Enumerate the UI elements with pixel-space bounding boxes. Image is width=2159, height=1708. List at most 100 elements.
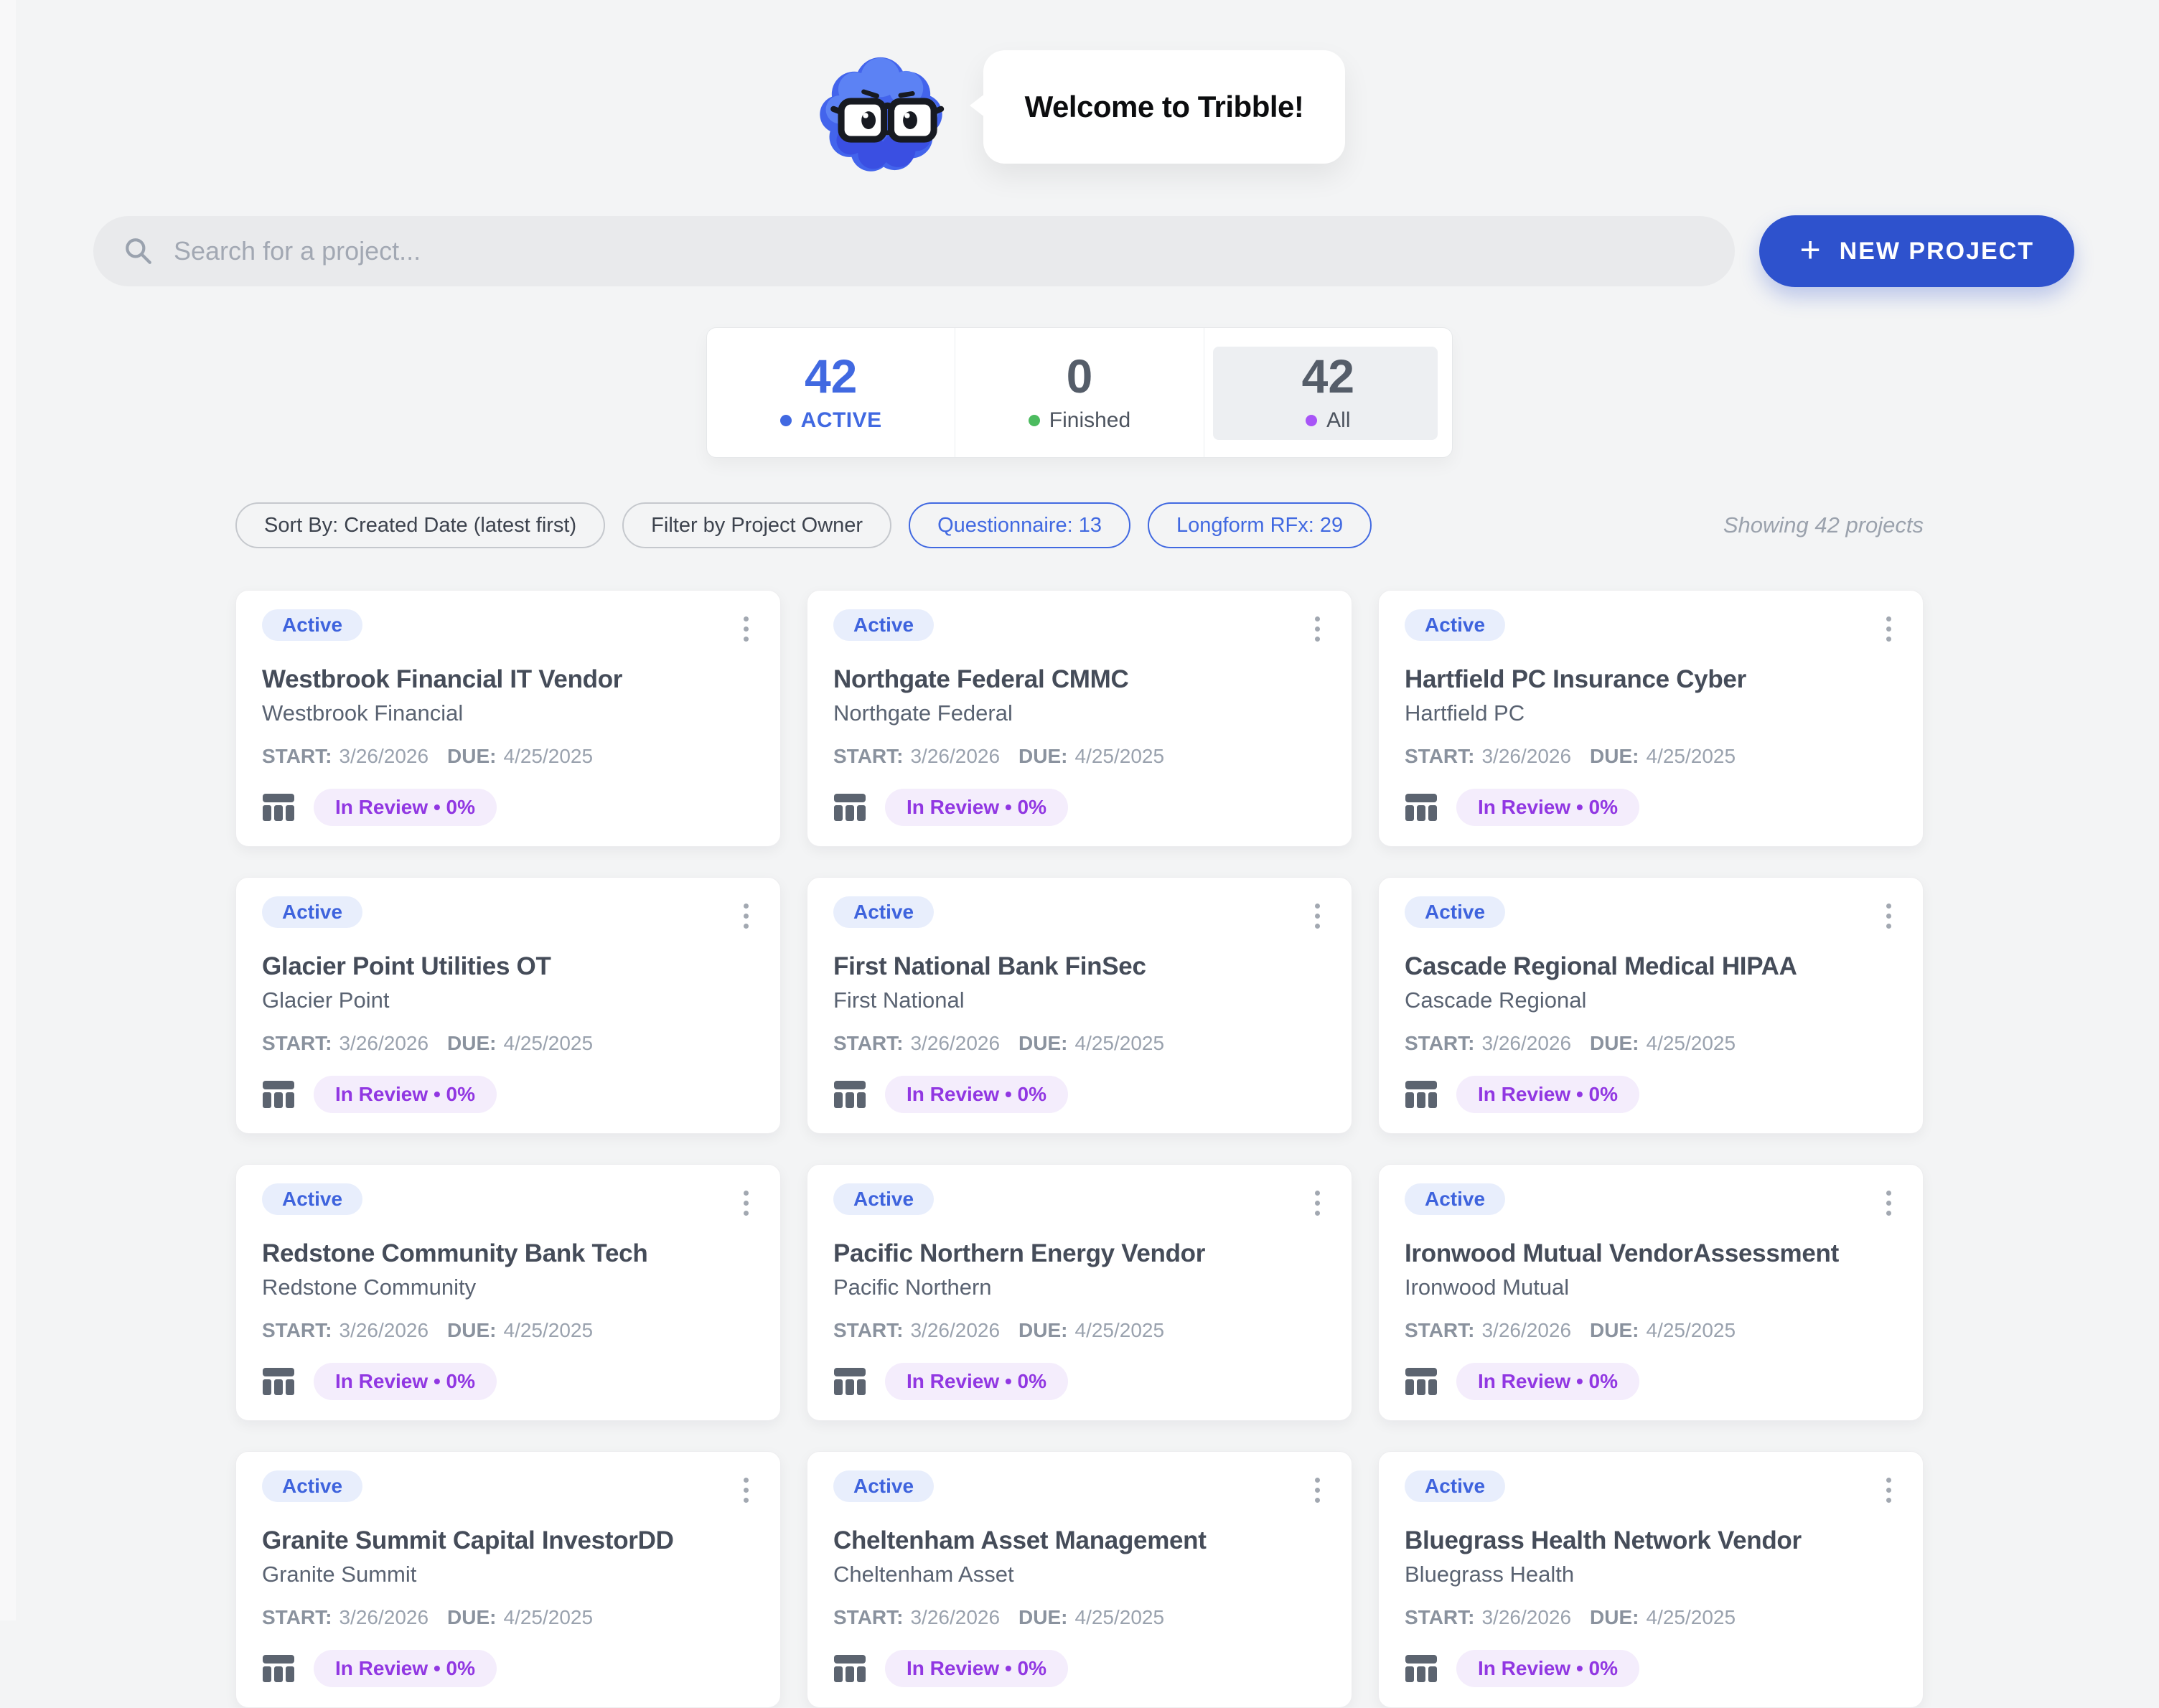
kebab-menu-icon[interactable] [1881, 609, 1897, 649]
kebab-menu-icon[interactable] [738, 896, 754, 936]
status-badge: Active [262, 609, 362, 641]
start-label: START: [833, 1032, 903, 1055]
kebab-menu-icon[interactable] [1309, 896, 1326, 936]
kebab-menu-icon[interactable] [1309, 1183, 1326, 1223]
due-date: 4/25/2025 [1075, 1032, 1165, 1055]
project-search-box[interactable] [93, 216, 1735, 286]
kebab-menu-icon[interactable] [1881, 1183, 1897, 1223]
project-card[interactable]: Active Bluegrass Health Network Vendor B… [1378, 1451, 1924, 1708]
table-icon [262, 792, 295, 822]
status-badge: Active [1405, 896, 1505, 928]
kebab-menu-icon[interactable] [1881, 1470, 1897, 1510]
finished-label: Finished [1049, 408, 1130, 433]
due-date: 4/25/2025 [1647, 1032, 1736, 1055]
project-title: First National Bank FinSec [833, 952, 1326, 982]
card-footer: In Review • 0% [262, 1650, 754, 1687]
progress-badge: In Review • 0% [1456, 789, 1639, 826]
bubble-tail [970, 93, 985, 118]
kebab-menu-icon[interactable] [1309, 609, 1326, 649]
status-badge: Active [833, 609, 934, 641]
project-card[interactable]: Active Cascade Regional Medical HIPAA Ca… [1378, 877, 1924, 1134]
project-card[interactable]: Active First National Bank FinSec First … [807, 877, 1352, 1134]
project-card[interactable]: Active Hartfield PC Insurance Cyber Hart… [1378, 590, 1924, 847]
project-title: Redstone Community Bank Tech [262, 1239, 754, 1269]
progress-badge: In Review • 0% [314, 789, 497, 826]
mascot-illustration [814, 43, 945, 181]
progress-badge: In Review • 0% [1456, 1363, 1639, 1400]
due-label: DUE: [1018, 1606, 1067, 1629]
kebab-menu-icon[interactable] [738, 1183, 754, 1223]
stats-tab-all[interactable]: 42 All [1204, 328, 1452, 457]
due-date: 4/25/2025 [1647, 745, 1736, 768]
due-label: DUE: [1590, 1606, 1639, 1629]
search-input[interactable] [172, 235, 1705, 267]
start-date: 3/26/2026 [1481, 1319, 1571, 1342]
plus-icon: + [1799, 232, 1822, 268]
stats-tab-active[interactable]: 42 ACTIVE [707, 328, 955, 457]
start-label: START: [262, 745, 332, 768]
active-dot-icon [780, 415, 792, 426]
questionnaire-chip[interactable]: Questionnaire: 13 [909, 502, 1130, 548]
longform-rfx-chip[interactable]: Longform RFx: 29 [1148, 502, 1372, 548]
due-date: 4/25/2025 [504, 1606, 594, 1629]
project-card[interactable]: Active Redstone Community Bank Tech Reds… [235, 1164, 781, 1421]
project-card[interactable]: Active Ironwood Mutual VendorAssessment … [1378, 1164, 1924, 1421]
kebab-menu-icon[interactable] [1881, 896, 1897, 936]
project-company: Pacific Northern [833, 1275, 1326, 1300]
start-date: 3/26/2026 [910, 1032, 1000, 1055]
table-icon [1405, 1366, 1438, 1397]
project-dates: START: 3/26/2026 DUE: 4/25/2025 [1405, 1319, 1897, 1342]
project-card[interactable]: Active Northgate Federal CMMC Northgate … [807, 590, 1352, 847]
project-card[interactable]: Active Glacier Point Utilities OT Glacie… [235, 877, 781, 1134]
table-icon [1405, 1079, 1438, 1109]
project-company: Ironwood Mutual [1405, 1275, 1897, 1300]
due-date: 4/25/2025 [504, 1319, 594, 1342]
project-dates: START: 3/26/2026 DUE: 4/25/2025 [262, 1319, 754, 1342]
due-date: 4/25/2025 [504, 745, 594, 768]
card-footer: In Review • 0% [1405, 1363, 1897, 1400]
card-header: Active [262, 896, 754, 936]
start-label: START: [833, 745, 903, 768]
table-icon [262, 1653, 295, 1684]
start-date: 3/26/2026 [1481, 1606, 1571, 1629]
filter-owner-chip[interactable]: Filter by Project Owner [622, 502, 891, 548]
start-date: 3/26/2026 [1481, 1032, 1571, 1055]
start-date: 3/26/2026 [339, 1319, 428, 1342]
table-icon [1405, 792, 1438, 822]
card-header: Active [262, 609, 754, 649]
active-label-row: ACTIVE [780, 408, 882, 433]
kebab-menu-icon[interactable] [738, 609, 754, 649]
all-label: All [1326, 408, 1350, 433]
table-icon [262, 1366, 295, 1397]
table-icon [1405, 1653, 1438, 1684]
active-label: ACTIVE [801, 408, 882, 433]
due-label: DUE: [1018, 1319, 1067, 1342]
progress-badge: In Review • 0% [885, 789, 1068, 826]
project-title: Glacier Point Utilities OT [262, 952, 754, 982]
stats-tab-finished[interactable]: 0 Finished [955, 328, 1203, 457]
card-footer: In Review • 0% [833, 789, 1326, 826]
start-label: START: [1405, 1606, 1474, 1629]
project-card[interactable]: Active Granite Summit Capital InvestorDD… [235, 1451, 781, 1708]
due-label: DUE: [1590, 745, 1639, 768]
kebab-menu-icon[interactable] [1309, 1470, 1326, 1510]
project-company: Westbrook Financial [262, 700, 754, 726]
due-date: 4/25/2025 [1647, 1319, 1736, 1342]
project-card[interactable]: Active Westbrook Financial IT Vendor Wes… [235, 590, 781, 847]
status-badge: Active [262, 896, 362, 928]
project-company: Bluegrass Health [1405, 1562, 1897, 1587]
all-label-row: All [1306, 408, 1350, 433]
progress-badge: In Review • 0% [885, 1363, 1068, 1400]
welcome-text: Welcome to Tribble! [1025, 90, 1304, 124]
kebab-menu-icon[interactable] [738, 1470, 754, 1510]
project-card[interactable]: Active Cheltenham Asset Management Chelt… [807, 1451, 1352, 1708]
status-badge: Active [833, 896, 934, 928]
card-footer: In Review • 0% [1405, 1076, 1897, 1113]
project-dates: START: 3/26/2026 DUE: 4/25/2025 [833, 745, 1326, 768]
start-date: 3/26/2026 [339, 1032, 428, 1055]
project-card[interactable]: Active Pacific Northern Energy Vendor Pa… [807, 1164, 1352, 1421]
project-stats-card: 42 ACTIVE 0 Finished 42 All [706, 327, 1453, 458]
new-project-button[interactable]: + NEW PROJECT [1759, 215, 2074, 287]
sort-by-chip[interactable]: Sort By: Created Date (latest first) [235, 502, 605, 548]
card-footer: In Review • 0% [1405, 789, 1897, 826]
